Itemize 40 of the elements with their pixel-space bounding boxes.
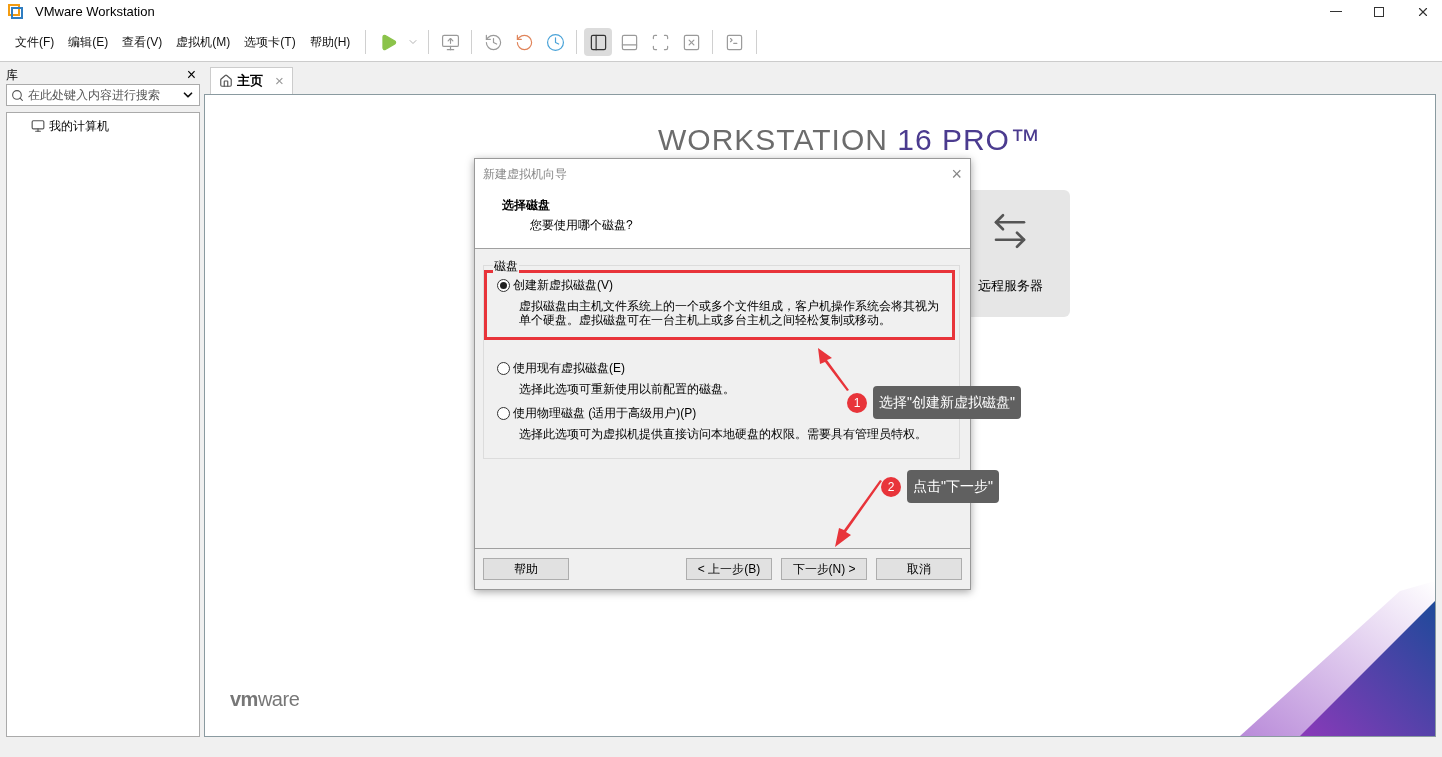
home-icon [219,74,233,88]
option-description: 选择此选项可重新使用以前配置的磁盘。 [518,382,736,396]
dialog-heading: 选择磁盘 [502,197,551,214]
app-logo-icon [8,4,23,19]
product-name: WORKSTATION [658,123,888,156]
search-icon [11,88,24,102]
menu-item[interactable]: 帮助(H) [302,33,358,51]
radio-option[interactable]: 使用现有虚拟磁盘(E) [497,359,625,377]
radio-option[interactable]: 使用物理磁盘 (适用于高级用户)(P) [497,404,697,422]
option-description: 选择此选项可为虚拟机提供直接访问本地硬盘的权限。需要具有管理员特权。 [518,427,928,441]
dialog-subheading: 您要使用哪个磁盘? [529,217,634,234]
dialog-close-button[interactable]: × [951,164,962,183]
radio-option[interactable]: 创建新虚拟磁盘(V) [497,276,613,294]
product-version: 16 PRO™ [897,123,1041,156]
cancel-button[interactable]: 取消 [876,558,962,580]
search-field[interactable]: 在此处键入内容进行搜索 [6,84,200,106]
close-button[interactable]: × [186,67,200,83]
library-item[interactable]: 我的计算机 [31,117,199,135]
menu-item[interactable]: 文件(F) [8,33,62,51]
menu-item[interactable]: 编辑(E) [61,33,116,51]
maximize-icon[interactable] [1374,6,1384,17]
library-title: 库 [6,67,18,84]
back-button[interactable]: < 上一步(B) [686,558,772,580]
group-label: 磁盘 [493,257,519,275]
annotation-tooltip: 选择"创建新虚拟磁盘" [873,386,1021,419]
computer-icon [31,119,45,133]
menu-item[interactable]: 虚拟机(M) [169,33,238,51]
vmware-logo: vmware [230,687,300,712]
menu-item[interactable]: 查看(V) [115,33,170,51]
annotation-tooltip: 点击"下一步" [907,470,999,503]
annotation-arrow [833,480,883,548]
window-title: VMware Workstation [35,2,155,21]
help-button[interactable]: 帮助 [483,558,569,580]
annotation-arrow [816,346,850,392]
sidebar-tool-icon[interactable] [584,28,613,56]
menu-item[interactable]: 选项卡(T) [237,33,303,51]
dialog-title: 新建虚拟机向导 [483,165,567,183]
option-description: 虚拟磁盘由主机文件系统上的一个或多个文件组成，客户机操作系统会将其视为单个硬盘。虚拟磁盘可在一台主机上或多台主机之间轻松复制或移动。 [518,299,940,327]
home-tab[interactable]: 主页 × [210,67,293,94]
next-button[interactable]: 下一步(N) > [781,558,867,580]
